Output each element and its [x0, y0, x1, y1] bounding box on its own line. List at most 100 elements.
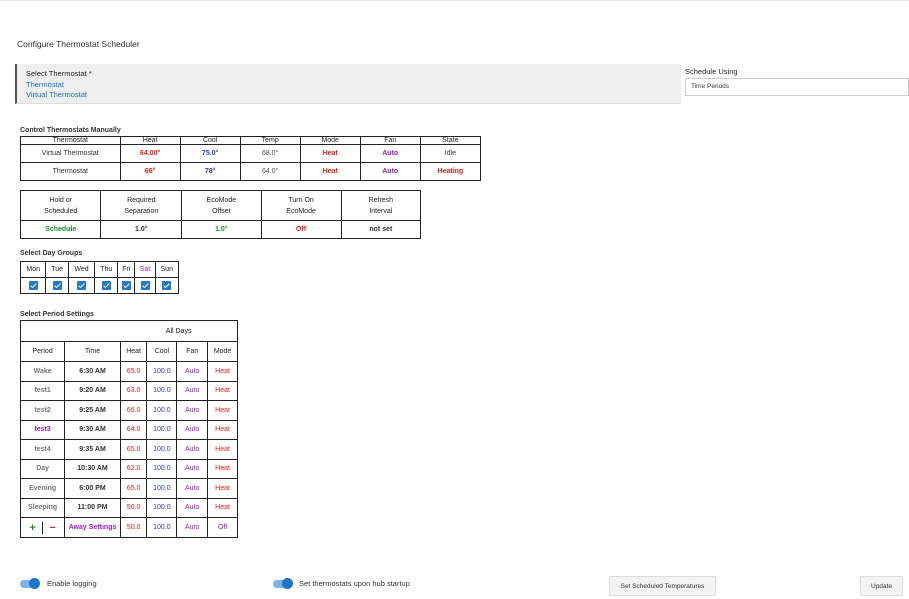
- day-tue: Tue: [45, 261, 69, 278]
- required-separation-value[interactable]: 1.0°: [100, 220, 183, 239]
- ecomode-offset-value[interactable]: 1.0°: [181, 220, 262, 239]
- away-heat[interactable]: 50.0: [119, 517, 148, 538]
- period-time[interactable]: 6:30 AM: [64, 361, 121, 382]
- thermostat-option-virtual[interactable]: Virtual Thermostat: [26, 90, 87, 99]
- period-cool[interactable]: 100.0: [146, 497, 178, 518]
- header-turn-on-ecomode: Turn On EcoMode: [260, 190, 342, 221]
- thermostat-option-thermostat[interactable]: Thermostat: [26, 80, 64, 89]
- header-mode: Mode: [207, 341, 238, 362]
- header-period: Period: [19, 341, 66, 362]
- header-fan: Fan: [359, 136, 421, 145]
- table-row: Virtual Thermostat 64.00° 75.0° 68.0° He…: [20, 144, 482, 163]
- tue-checkbox[interactable]: [52, 281, 62, 290]
- period-mode[interactable]: Heat: [207, 419, 238, 440]
- period-name: Evening: [19, 478, 66, 499]
- period-heat[interactable]: 65.0: [119, 361, 148, 382]
- period-mode[interactable]: Heat: [207, 380, 238, 401]
- period-mode[interactable]: Heat: [207, 400, 238, 421]
- period-heat[interactable]: 65.0: [119, 478, 148, 499]
- heat-value[interactable]: 64.00°: [119, 144, 181, 163]
- fan-value[interactable]: Auto: [359, 162, 421, 181]
- period-fan[interactable]: Auto: [176, 458, 209, 479]
- fan-value[interactable]: Auto: [359, 144, 421, 163]
- period-heat[interactable]: 50.0: [119, 497, 148, 518]
- period-name: Wake: [19, 361, 66, 382]
- cool-value[interactable]: 78°: [179, 162, 241, 181]
- period-mode[interactable]: Heat: [207, 478, 238, 499]
- period-cool[interactable]: 100.0: [146, 380, 178, 401]
- period-cool[interactable]: 100.0: [146, 478, 178, 499]
- sun-checkbox[interactable]: [162, 281, 172, 290]
- options-table: Hold or Scheduled Required Separation Ec…: [19, 190, 422, 239]
- thu-checkbox[interactable]: [101, 281, 111, 290]
- period-heat[interactable]: 64.0: [119, 419, 148, 440]
- period-cool[interactable]: 100.0: [146, 361, 178, 382]
- table-row: test1 9:20 AM 63.0 100.0 Auto Heat: [19, 380, 238, 401]
- wed-checkbox[interactable]: [77, 281, 87, 290]
- period-mode[interactable]: Heat: [207, 458, 238, 479]
- hold-scheduled-value[interactable]: Schedule: [19, 220, 102, 239]
- period-fan[interactable]: Auto: [176, 419, 209, 440]
- period-heat[interactable]: 63.0: [119, 380, 148, 401]
- table-row: Day 10:30 AM 62.0 100.0 Auto Heat: [19, 458, 238, 479]
- turn-on-ecomode-value[interactable]: Off: [260, 220, 342, 239]
- header-cool: Cool: [179, 136, 241, 145]
- state-value: Heating: [419, 162, 482, 181]
- period-fan[interactable]: Auto: [176, 497, 209, 518]
- header-refresh-interval: Refresh Interval: [340, 190, 422, 221]
- period-table-corner: [20, 320, 121, 342]
- select-thermostat-box[interactable]: Select Thermostat * Thermostat Virtual T…: [15, 64, 681, 104]
- period-mode[interactable]: Heat: [207, 361, 238, 382]
- period-time[interactable]: 11:00 PM: [64, 497, 121, 518]
- fri-checkbox[interactable]: [121, 281, 131, 290]
- period-fan[interactable]: Auto: [176, 478, 209, 499]
- period-cool[interactable]: 100.0: [146, 458, 178, 479]
- page-title: Configure Thermostat Scheduler: [17, 39, 140, 49]
- heat-value[interactable]: 66°: [119, 162, 181, 181]
- period-heat[interactable]: 62.0: [119, 458, 148, 479]
- period-time[interactable]: 9:20 AM: [64, 380, 121, 401]
- away-settings-label[interactable]: Away Settings: [64, 517, 121, 538]
- period-heat[interactable]: 65.0: [119, 439, 148, 460]
- mode-value[interactable]: Heat: [299, 144, 361, 163]
- refresh-interval-value[interactable]: not set: [340, 220, 422, 239]
- update-button[interactable]: Update: [860, 576, 903, 596]
- period-time[interactable]: 6:00 PM: [64, 478, 121, 499]
- cool-value[interactable]: 75.0°: [179, 144, 241, 163]
- required-separation-label: Required Separation: [124, 196, 159, 215]
- schedule-using-select[interactable]: Time Periods: [685, 78, 909, 96]
- select-thermostat-label: Select Thermostat *: [26, 69, 92, 78]
- period-fan[interactable]: Auto: [176, 439, 209, 460]
- period-mode[interactable]: Heat: [207, 497, 238, 518]
- period-fan[interactable]: Auto: [176, 380, 209, 401]
- period-time[interactable]: 9:25 AM: [64, 400, 121, 421]
- header-heat: Heat: [119, 136, 181, 145]
- period-cool[interactable]: 100.0: [146, 439, 178, 460]
- period-cool[interactable]: 100.0: [146, 419, 178, 440]
- away-mode[interactable]: Off: [207, 517, 238, 538]
- away-fan[interactable]: Auto: [176, 517, 209, 538]
- remove-period-button[interactable]: −: [43, 522, 62, 534]
- add-period-button[interactable]: +: [23, 521, 44, 534]
- sat-checkbox[interactable]: [140, 281, 150, 290]
- table-row: test2 9:25 AM 66.0 100.0 Auto Heat: [19, 400, 238, 421]
- day-groups-table: Mon Tue Wed Thu Fri Sat Sun: [19, 261, 180, 294]
- period-fan[interactable]: Auto: [176, 400, 209, 421]
- startup-toggle[interactable]: [273, 577, 293, 591]
- period-time[interactable]: 10:30 AM: [64, 458, 121, 479]
- period-cool[interactable]: 100.0: [146, 400, 178, 421]
- period-heat[interactable]: 66.0: [119, 400, 148, 421]
- set-scheduled-temperatures-button[interactable]: Set Scheduled Temperatures: [609, 576, 716, 596]
- table-row: test3 9:30 AM 64.0 100.0 Auto Heat: [19, 419, 238, 440]
- thermostat-name: Virtual Thermostat: [20, 144, 121, 163]
- mon-checkbox[interactable]: [28, 281, 38, 290]
- period-time[interactable]: 9:30 AM: [64, 419, 121, 440]
- mode-value[interactable]: Heat: [299, 162, 361, 181]
- state-value: Idle: [419, 144, 482, 163]
- day-fri: Fri: [117, 261, 136, 278]
- period-mode[interactable]: Heat: [207, 439, 238, 460]
- away-cool[interactable]: 100.0: [146, 517, 178, 538]
- enable-logging-toggle[interactable]: [20, 577, 40, 591]
- period-time[interactable]: 9:35 AM: [64, 439, 121, 460]
- period-fan[interactable]: Auto: [176, 361, 209, 382]
